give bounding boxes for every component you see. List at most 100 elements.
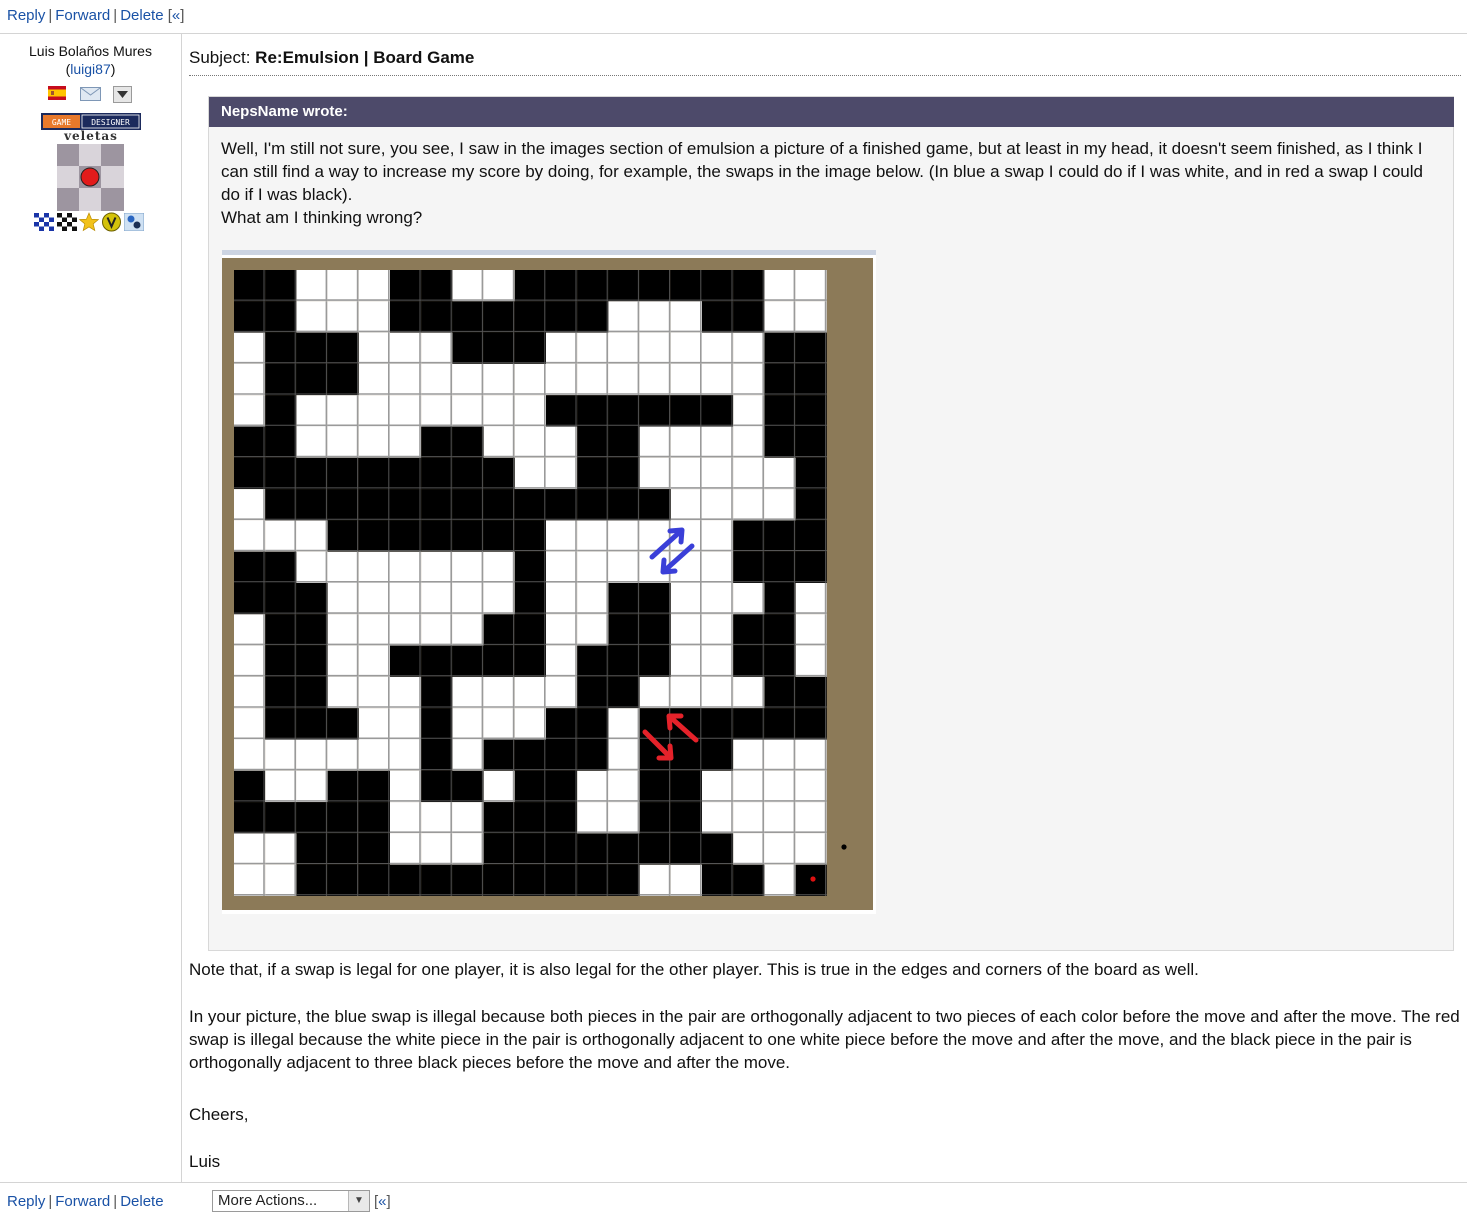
black-cell <box>514 802 546 834</box>
white-cell <box>608 301 640 333</box>
black-cell <box>483 645 515 677</box>
black-cell <box>608 833 640 865</box>
white-cell <box>764 833 796 865</box>
chevron-down-icon[interactable]: ▼ <box>348 1191 369 1211</box>
badge-game-text: GAME <box>52 118 71 127</box>
black-cell <box>764 676 796 709</box>
black-cell <box>452 332 484 364</box>
white-cell <box>452 395 484 427</box>
black-cell <box>733 708 765 740</box>
black-cell <box>234 301 266 333</box>
white-cell <box>452 270 484 302</box>
black-cell <box>296 676 328 709</box>
black-cell <box>358 802 390 834</box>
white-cell <box>608 363 640 396</box>
white-cell <box>702 457 734 490</box>
white-cell <box>546 676 578 709</box>
white-cell <box>546 457 578 490</box>
white-cell <box>452 739 484 771</box>
white-cell <box>608 739 640 771</box>
black-cell <box>577 301 609 333</box>
white-cell <box>764 457 796 490</box>
white-cell <box>702 551 734 583</box>
black-cell <box>702 708 734 740</box>
black-cell <box>327 489 359 521</box>
white-cell <box>234 363 266 396</box>
black-cell <box>327 833 359 865</box>
black-cell <box>358 520 390 552</box>
black-cell <box>483 864 515 896</box>
black-cell <box>452 489 484 521</box>
black-cell <box>234 457 266 490</box>
subject-line: Subject: Re:Emulsion | Board Game <box>189 47 474 69</box>
white-cell <box>670 583 702 615</box>
black-cell <box>608 676 640 709</box>
white-cell <box>670 457 702 490</box>
black-cell <box>296 833 328 865</box>
black-cell <box>514 864 546 896</box>
black-cell <box>577 489 609 521</box>
black-cell <box>452 770 484 803</box>
white-cell <box>483 551 515 583</box>
white-cell <box>452 676 484 709</box>
white-cell <box>577 520 609 552</box>
more-actions-select[interactable]: More Actions... ▼ <box>212 1190 370 1212</box>
white-cell <box>390 833 422 865</box>
black-cell <box>390 301 422 333</box>
white-cell <box>358 426 390 458</box>
quote-block: NepsName wrote: Well, I'm still not sure… <box>208 96 1454 951</box>
black-cell <box>670 770 702 803</box>
collapse-link[interactable]: « <box>172 7 180 24</box>
white-cell <box>546 520 578 552</box>
forward-link[interactable]: Forward <box>55 7 110 24</box>
black-cell <box>733 614 765 646</box>
white-cell <box>234 520 266 552</box>
black-cell <box>265 645 297 677</box>
black-cell <box>390 270 422 302</box>
black-cell <box>795 676 827 709</box>
white-cell <box>390 363 422 396</box>
white-cell <box>421 551 453 583</box>
collapse-control[interactable]: [«] <box>374 1192 391 1212</box>
black-cell <box>577 708 609 740</box>
black-cell <box>546 395 578 427</box>
white-cell <box>514 676 546 709</box>
forward-link[interactable]: Forward <box>55 1193 110 1210</box>
white-cell <box>702 802 734 834</box>
black-cell <box>764 363 796 396</box>
white-cell <box>577 770 609 803</box>
white-cell <box>733 833 765 865</box>
black-cell <box>702 833 734 865</box>
white-cell <box>795 583 827 615</box>
black-cell <box>296 802 328 834</box>
black-cell <box>452 864 484 896</box>
white-cell <box>483 583 515 615</box>
black-cell <box>733 520 765 552</box>
black-cell <box>452 301 484 333</box>
white-cell <box>733 395 765 427</box>
black-cell <box>390 457 422 490</box>
white-cell <box>234 614 266 646</box>
delete-link[interactable]: Delete <box>120 7 163 24</box>
black-cell <box>265 395 297 427</box>
black-cell <box>327 770 359 803</box>
reply-link[interactable]: Reply <box>7 7 45 24</box>
black-cell <box>327 864 359 896</box>
collapse-link[interactable]: « <box>378 1193 386 1210</box>
white-cell <box>327 270 359 302</box>
black-cell <box>483 802 515 834</box>
reply-link[interactable]: Reply <box>7 1193 45 1210</box>
white-cell <box>546 363 578 396</box>
white-cell <box>296 301 328 333</box>
black-cell <box>702 270 734 302</box>
white-cell <box>702 489 734 521</box>
black-cell <box>733 864 765 896</box>
black-cell <box>234 426 266 458</box>
top-action-bar: Reply | Forward | Delete [«] <box>7 6 184 26</box>
delete-link[interactable]: Delete <box>120 1193 163 1210</box>
black-cell <box>670 270 702 302</box>
author-handle-link[interactable]: luigi87 <box>70 61 110 77</box>
dropdown-menu-icon[interactable] <box>113 86 132 103</box>
collapse-control[interactable]: [«] <box>168 7 185 24</box>
mail-icon[interactable] <box>80 87 101 101</box>
